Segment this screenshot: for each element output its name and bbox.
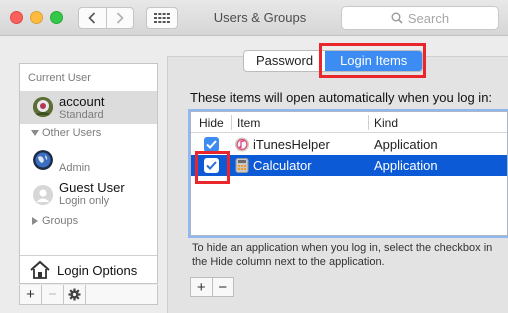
login-options-label: Login Options [57, 263, 138, 278]
guest-user-name: Guest User [59, 180, 125, 195]
back-button[interactable] [79, 8, 106, 28]
guest-user-role: Login only [59, 195, 110, 207]
table-header: Hide Item Kind [191, 112, 507, 133]
close-window-button[interactable] [10, 11, 23, 24]
forward-icon [116, 12, 124, 24]
remove-login-item-button[interactable]: − [211, 278, 234, 296]
item-kind: Application [374, 158, 438, 173]
item-kind: Application [374, 137, 438, 152]
sidebar-item-current-user[interactable]: account Standard [20, 91, 157, 124]
item-name: iTunesHelper [253, 137, 330, 152]
avatar [33, 97, 53, 117]
login-items-hint: To hide an application when you log in, … [192, 242, 493, 268]
show-all-button[interactable] [146, 7, 178, 29]
title-bar: Users & Groups Search [0, 0, 508, 36]
highlight-box-checkbox [195, 151, 230, 184]
sidebar-item-admin-user[interactable]: Admin [20, 146, 157, 176]
add-user-button[interactable]: + [20, 285, 42, 304]
highlight-box-tab [319, 43, 426, 78]
tab-password[interactable]: Password [244, 51, 325, 71]
current-user-name: account [59, 94, 105, 109]
sidebar-item-guest-user[interactable]: Guest User Login only [20, 178, 157, 211]
column-divider [368, 115, 369, 130]
column-divider [231, 115, 232, 130]
users-sidebar: Current User account Standard Other User… [19, 63, 158, 284]
forward-button[interactable] [105, 8, 134, 28]
login-items-toolbar: + − [190, 277, 234, 297]
add-login-item-button[interactable]: + [191, 278, 212, 296]
table-row[interactable]: Calculator Application [191, 155, 507, 176]
zoom-window-button[interactable] [50, 11, 63, 24]
itunes-icon [235, 137, 249, 152]
search-icon [391, 12, 403, 24]
navigation-buttons [78, 7, 134, 29]
remove-user-button[interactable]: − [42, 285, 64, 304]
avatar [33, 185, 53, 205]
column-header-kind[interactable]: Kind [374, 116, 398, 130]
column-header-item[interactable]: Item [237, 116, 260, 130]
disclosure-open-icon [31, 130, 39, 136]
item-name: Calculator [253, 158, 312, 173]
gear-icon [68, 288, 81, 301]
window-title: Users & Groups [213, 10, 307, 25]
hide-checkbox[interactable] [204, 137, 219, 152]
login-options-item[interactable]: Login Options [20, 255, 157, 285]
sidebar-toolbar: + − [19, 285, 158, 305]
admin-user-role: Admin [59, 162, 91, 174]
current-user-role: Standard [59, 109, 104, 121]
house-icon [30, 260, 50, 279]
minimize-window-button[interactable] [30, 11, 43, 24]
calculator-icon [235, 158, 249, 173]
checkmark-icon [206, 140, 217, 149]
back-icon [88, 12, 96, 24]
search-field[interactable]: Search [341, 6, 499, 30]
earth-avatar-icon [33, 150, 53, 170]
column-header-hide[interactable]: Hide [199, 116, 224, 130]
disclosure-closed-icon [32, 217, 38, 225]
flower-avatar-icon [33, 97, 53, 117]
search-placeholder: Search [407, 10, 450, 26]
groups-header: Groups [42, 215, 79, 227]
login-items-description: These items will open automatically when… [190, 90, 493, 105]
grid-icon [154, 13, 170, 23]
table-row[interactable]: iTunesHelper Application [191, 134, 507, 155]
person-avatar-icon [33, 185, 53, 205]
avatar [33, 150, 53, 170]
action-menu-button[interactable] [64, 285, 86, 304]
other-users-header: Other Users [42, 127, 102, 139]
current-user-header: Current User [28, 72, 91, 84]
login-items-table[interactable]: Hide Item Kind iTunesHelper Application … [190, 111, 508, 236]
